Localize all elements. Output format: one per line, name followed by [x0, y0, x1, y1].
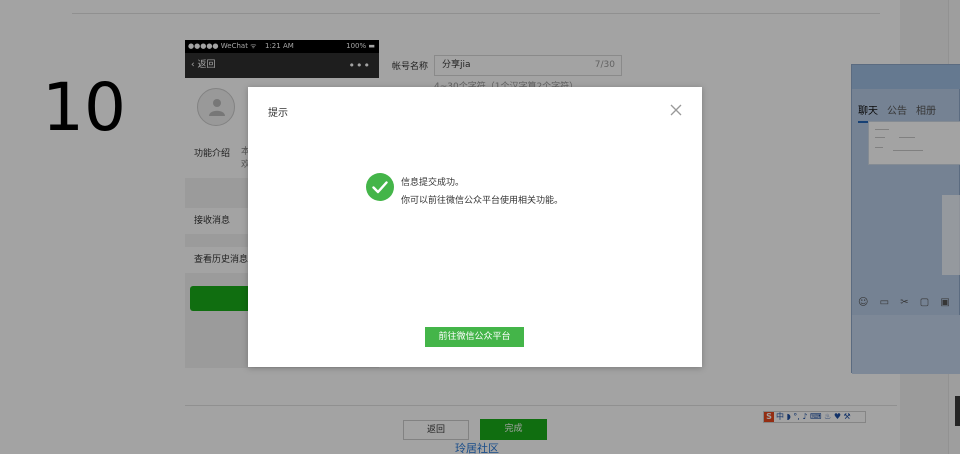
success-submessage: 你可以前往微信公众平台使用相关功能。 [401, 196, 564, 206]
check-icon [366, 173, 394, 201]
go-to-platform-button[interactable]: 前往微信公众平台 [425, 327, 524, 347]
close-icon[interactable] [668, 102, 684, 118]
success-dialog: 提示 信息提交成功。 你可以前往微信公众平台使用相关功能。 前往微信公众平台 [248, 87, 702, 367]
dialog-title: 提示 [268, 108, 288, 119]
success-message: 信息提交成功。 [401, 178, 465, 188]
